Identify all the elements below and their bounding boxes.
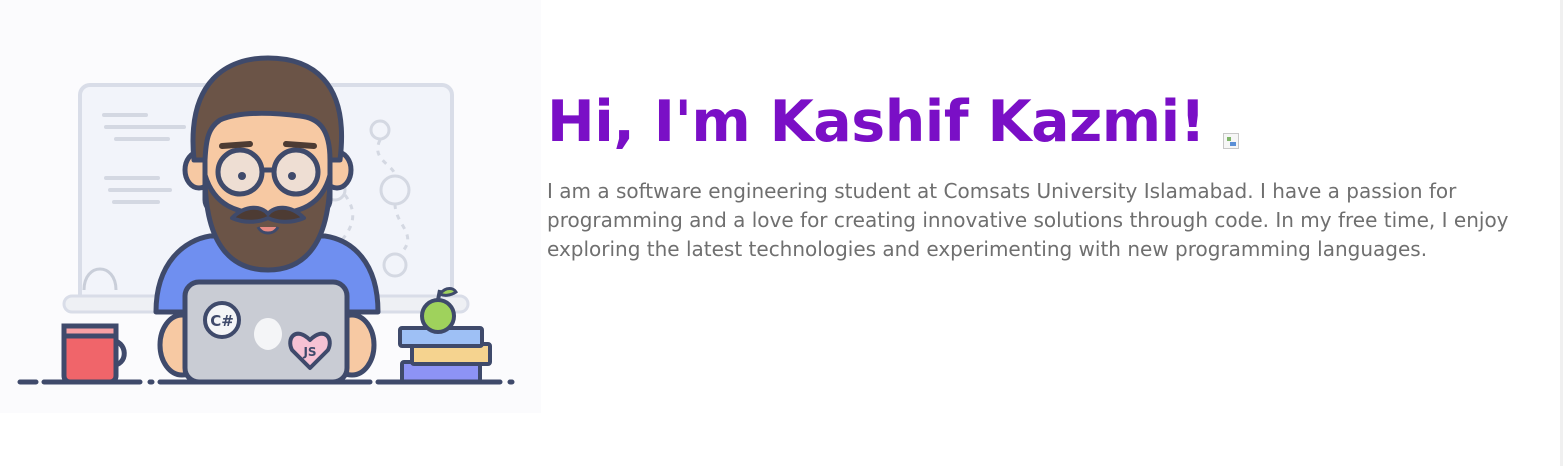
page: C# JS Hi, I'm Kashif Kazmi! I am a softw… [0, 0, 1563, 466]
coffee-mug-graphic [61, 323, 127, 385]
intro-heading: Hi, I'm Kashif Kazmi! [547, 82, 1557, 162]
broken-image-icon [1223, 133, 1240, 149]
intro-section: Hi, I'm Kashif Kazmi! I am a software en… [547, 82, 1557, 264]
intro-heading-text: Hi, I'm Kashif Kazmi! [547, 89, 1206, 155]
laptop-graphic: C# JS [182, 279, 350, 385]
js-sticker-label: JS [302, 345, 316, 359]
intro-bio: I am a software engineering student at C… [547, 179, 1509, 261]
developer-illustration: C# JS [0, 0, 541, 413]
csharp-sticker-label: C# [210, 312, 234, 330]
